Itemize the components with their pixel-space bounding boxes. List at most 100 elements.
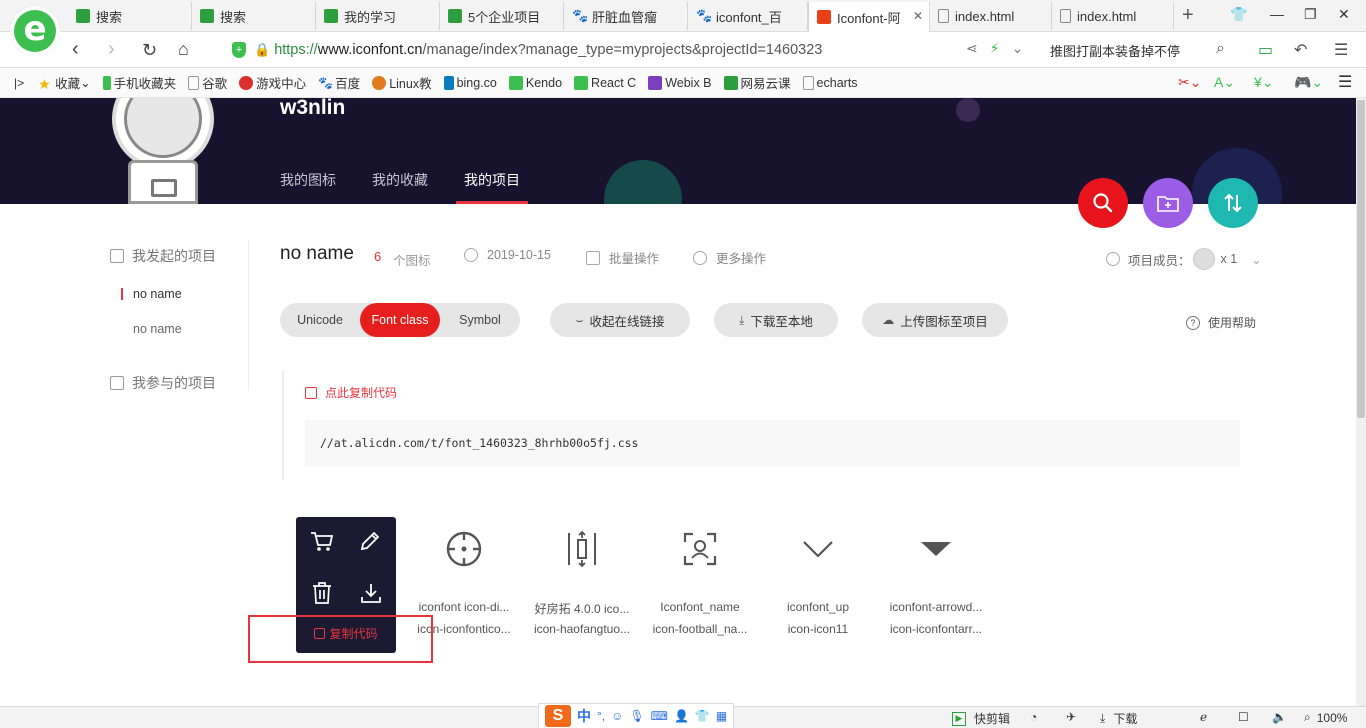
keyboard-icon[interactable]: ⌨	[651, 709, 668, 723]
download-button[interactable]: ⤓ 下载至本地	[714, 303, 838, 337]
punctuation-icon[interactable]: °,	[597, 709, 605, 723]
scissors-icon[interactable]: ✂⌄	[1178, 74, 1201, 91]
sidebar-item-project[interactable]: no name	[133, 322, 182, 336]
browser-tab[interactable]: 搜索	[68, 2, 192, 30]
downloads[interactable]: ⤓ 下载	[1100, 710, 1137, 727]
tab-symbol[interactable]: Symbol	[440, 303, 520, 337]
tab-font-class[interactable]: Font class	[360, 303, 440, 337]
batch-operation[interactable]: 批量操作	[586, 248, 659, 267]
menu-icon[interactable]: ☰	[1338, 72, 1352, 92]
pin-icon[interactable]: ✈	[1066, 710, 1076, 724]
icon-card[interactable]: 好房拓 4.0.0 ico... icon-haofangtuo...	[523, 518, 641, 648]
tab-my-icons[interactable]: 我的图标	[280, 170, 336, 190]
icon-card[interactable]: Iconfont_name icon-football_na...	[641, 518, 759, 648]
back-icon[interactable]: ‹	[72, 38, 79, 61]
more-icon	[693, 250, 707, 265]
scrollbar-thumb[interactable]	[1357, 100, 1365, 418]
collapse-link-button[interactable]: ⌣ 收起在线链接	[550, 303, 690, 337]
icon-card[interactable]: iconfont-arrowd... icon-iconfontarr...	[877, 518, 995, 648]
project-members[interactable]: 项目成员： x 1 ⌄	[1106, 248, 1262, 270]
share-icon[interactable]: ⋖	[966, 40, 978, 57]
tab-my-favorites[interactable]: 我的收藏	[372, 170, 428, 190]
add-folder-fab[interactable]	[1143, 178, 1193, 228]
maximize-button[interactable]: ❐	[1304, 6, 1317, 23]
sidebar-section-mine[interactable]: 我发起的项目	[110, 246, 216, 266]
undo-icon[interactable]: ↶	[1294, 40, 1307, 60]
shirt-icon[interactable]: 👕	[1230, 6, 1247, 23]
browser-tab-active[interactable]: Iconfont-阿 ✕	[808, 2, 930, 32]
close-window-button[interactable]: ✕	[1338, 6, 1350, 23]
bookmark-item[interactable]: echarts	[802, 75, 858, 90]
url-field[interactable]: + 🔒 https://www.iconfont.cn/manage/index…	[232, 37, 1032, 63]
search-suggestion[interactable]: 推图打副本装备掉不停	[1050, 41, 1180, 60]
close-icon[interactable]: ✕	[913, 9, 923, 23]
search-icon[interactable]: ⌕	[1216, 40, 1225, 58]
browser-tab[interactable]: 我的学习	[316, 2, 440, 30]
forward-icon[interactable]: ›	[108, 38, 115, 61]
volume-icon[interactable]: 🔈	[1272, 710, 1287, 724]
css-link-code[interactable]: //at.alicdn.com/t/font_1460323_8hrhb00o5…	[305, 420, 1240, 466]
shirt-icon[interactable]: 👕	[695, 709, 710, 723]
quick-clip[interactable]: ▶ 快剪辑	[952, 710, 1010, 727]
minimize-button[interactable]: —	[1270, 6, 1284, 22]
new-tab-button[interactable]: +	[1182, 4, 1194, 27]
bookmark-item[interactable]: React C	[574, 75, 636, 90]
yen-icon[interactable]: ¥⌄	[1254, 74, 1274, 91]
browser-tab[interactable]: index.html	[930, 2, 1052, 30]
upload-button[interactable]: ☁ 上传图标至项目	[862, 303, 1008, 337]
copy-code-link[interactable]: 点此复制代码	[305, 384, 397, 401]
mic-icon[interactable]: 🎙	[629, 709, 644, 723]
browser-tab[interactable]: 搜索	[192, 2, 316, 30]
bookmark-item[interactable]: Kendo	[508, 75, 562, 90]
addr-tools: ⋖ ⚡ ⌄	[966, 40, 1023, 57]
grid-icon[interactable]: ▦	[716, 709, 727, 723]
bookmark-item[interactable]: 网易云课	[723, 73, 791, 92]
sort-fab[interactable]	[1208, 178, 1258, 228]
trash-icon[interactable]	[311, 581, 333, 608]
bookmark-item[interactable]: Linux教	[372, 73, 432, 92]
edit-icon[interactable]	[358, 529, 382, 556]
download-icon[interactable]	[359, 581, 383, 608]
sidebar-section-joined[interactable]: 我参与的项目	[110, 373, 216, 393]
browser-logo[interactable]: e	[10, 6, 60, 56]
ime-toolbar[interactable]: S 中 °, ☺ 🎙 ⌨ 👤 👕 ▦	[538, 703, 735, 728]
bookmark-item[interactable]: Webix B	[648, 75, 712, 90]
home-icon[interactable]: ⌂	[178, 39, 189, 60]
chevron-down-icon[interactable]: ⌄	[1012, 40, 1024, 57]
icon-card[interactable]: iconfont_up icon-icon11	[759, 518, 877, 648]
emoji-icon[interactable]: ☺	[611, 709, 623, 723]
tab-unicode[interactable]: Unicode	[280, 303, 360, 337]
reload-icon[interactable]: ↻	[142, 40, 157, 61]
browser-tab[interactable]: 🐾 肝脏血管瘤	[564, 2, 688, 30]
menu-icon[interactable]: ☰	[1334, 40, 1348, 60]
user-icon[interactable]: 👤	[674, 709, 689, 723]
translate-icon[interactable]: A⌄	[1214, 74, 1235, 91]
help-link[interactable]: ? 使用帮助	[1186, 314, 1256, 331]
edit-list-icon	[110, 249, 124, 263]
ie-icon[interactable]: ℯ	[1200, 710, 1207, 724]
ime-mode[interactable]: 中	[577, 706, 591, 726]
more-operations[interactable]: 更多操作	[693, 248, 766, 267]
browser-tab[interactable]: 5个企业项目	[440, 2, 564, 30]
sidebar-item-project[interactable]: no name	[133, 287, 182, 301]
bookmark-item[interactable]: 手机收藏夹	[102, 73, 176, 92]
browser-tab[interactable]: index.html	[1052, 2, 1174, 30]
window-icon[interactable]: ☐	[1238, 710, 1249, 724]
bookmark-item[interactable]: bing.co	[443, 75, 497, 90]
zoom-level[interactable]: ⌕ 100%	[1304, 710, 1347, 725]
speed-icon[interactable]: ◔	[1030, 710, 1037, 724]
bookmark-item[interactable]: ★ 收藏 ⌄	[38, 73, 91, 92]
bookmark-item[interactable]: 谷歌	[188, 73, 227, 92]
icon-count: 6	[374, 249, 382, 264]
tab-my-projects[interactable]: 我的项目	[464, 170, 520, 190]
lightning-icon[interactable]: ⚡	[990, 40, 1000, 57]
browser-tab[interactable]: 🐾 iconfont_百	[688, 2, 808, 30]
gamepad-icon[interactable]: 🎮⌄	[1294, 74, 1323, 91]
sidebar-toggle-icon[interactable]: |>	[14, 76, 24, 90]
battery-icon[interactable]: ▭	[1258, 40, 1273, 60]
search-fab[interactable]	[1078, 178, 1128, 228]
play-icon: ▶	[952, 711, 966, 726]
bookmark-item[interactable]: 游戏中心	[239, 73, 306, 92]
bookmark-item[interactable]: 🐾 百度	[318, 73, 360, 92]
cart-icon[interactable]	[310, 531, 334, 556]
